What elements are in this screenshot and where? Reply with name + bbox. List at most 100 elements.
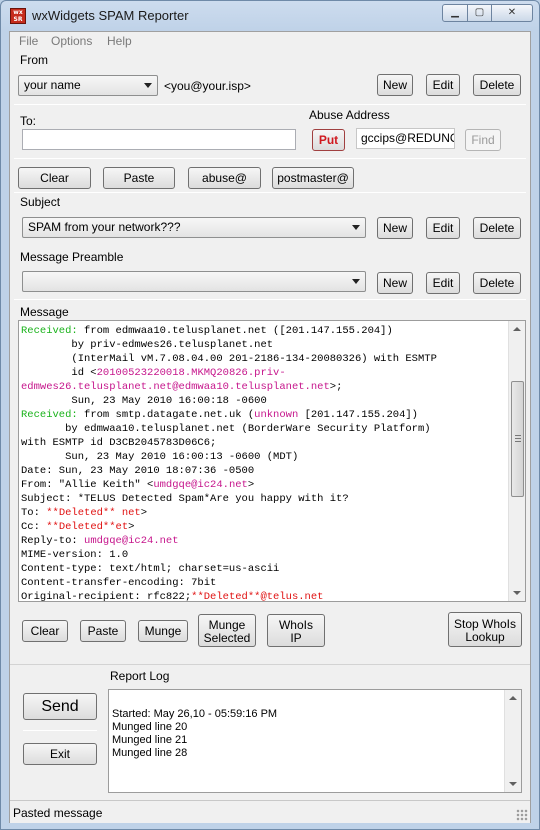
scroll-down-icon[interactable] — [513, 591, 521, 595]
menu-file[interactable]: File — [19, 34, 38, 48]
munge-selected-button[interactable]: Munge Selected — [198, 614, 256, 647]
message-segment: unknown — [254, 409, 299, 421]
exit-button[interactable]: Exit — [23, 743, 97, 765]
from-name-select[interactable]: your name — [18, 75, 158, 96]
minimize-button[interactable]: ▁ — [442, 4, 468, 22]
message-segment: > — [247, 479, 255, 491]
close-button[interactable]: ✕ — [491, 4, 533, 22]
grip-icon — [515, 438, 521, 439]
message-textarea[interactable]: Received: from edmwaa10.telusplanet.net … — [18, 320, 526, 602]
subject-edit-button[interactable]: Edit — [426, 217, 460, 239]
message-segment: (InterMail vM.7.08.04.00 201-2186-134-20… — [21, 353, 437, 365]
whois-ip-line1: WhoIs — [278, 617, 313, 632]
maximize-button[interactable]: ▢ — [467, 4, 492, 22]
preamble-select[interactable] — [22, 271, 366, 292]
message-segment: > — [128, 521, 135, 533]
preamble-edit-button[interactable]: Edit — [426, 272, 460, 294]
munge-selected-line1: Munge — [208, 617, 246, 632]
message-segment: **Deleted**et — [46, 521, 129, 533]
from-new-button[interactable]: New — [377, 74, 413, 96]
window-title: wxWidgets SPAM Reporter — [32, 8, 189, 23]
grip-icon — [515, 441, 521, 442]
scroll-up-icon[interactable] — [509, 696, 517, 700]
title-bar[interactable]: wx SR wxWidgets SPAM Reporter ▁ ▢ ✕ — [1, 1, 539, 31]
message-segment: Cc: — [21, 521, 47, 533]
message-segment: with ESMTP id D3CB2045783D06C6; — [21, 437, 217, 449]
stop-whois-line2: Lookup — [465, 629, 505, 644]
message-segment: Received: — [21, 409, 78, 421]
divider — [14, 158, 526, 159]
message-line: (InterMail vM.7.08.04.00 201-2186-134-20… — [21, 352, 509, 366]
scroll-thumb[interactable] — [511, 381, 524, 497]
abuse-address-field[interactable]: gccips@REDUNO.C — [356, 128, 455, 149]
from-edit-button[interactable]: Edit — [426, 74, 460, 96]
message-scrollbar[interactable] — [508, 321, 525, 601]
report-log[interactable]: Started: May 26,10 - 05:59:16 PM Munged … — [108, 689, 522, 793]
clear-to-button[interactable]: Clear — [18, 167, 91, 189]
message-line: Original-recipient: rfc822;**Deleted**@t… — [21, 590, 509, 601]
scroll-down-icon[interactable] — [509, 782, 517, 786]
stop-whois-line1: Stop WhoIs — [453, 616, 517, 631]
message-line: Sun, 23 May 2010 16:00:13 -0600 (MDT) — [21, 450, 509, 464]
from-email: <you@your.isp> — [164, 79, 251, 93]
message-line: Content-transfer-encoding: 7bit — [21, 576, 509, 590]
preamble-delete-button[interactable]: Delete — [473, 272, 521, 294]
menu-help[interactable]: Help — [107, 34, 132, 48]
subject-select[interactable]: SPAM from your network??? — [22, 217, 366, 238]
subject-delete-button[interactable]: Delete — [473, 217, 521, 239]
message-segment: **Deleted**@telus.net — [191, 591, 324, 601]
message-segment: Received: — [21, 325, 78, 337]
divider — [23, 730, 97, 731]
paste-to-button[interactable]: Paste — [103, 167, 175, 189]
report-log-label: Report Log — [110, 669, 170, 683]
postmaster-at-button[interactable]: postmaster@ — [272, 167, 354, 189]
message-line: Cc: **Deleted**et> — [21, 520, 509, 534]
subject-new-button[interactable]: New — [377, 217, 413, 239]
message-segment: Sun, 23 May 2010 16:00:13 -0600 (MDT) — [21, 451, 299, 463]
divider — [14, 104, 526, 105]
message-label: Message — [20, 305, 69, 319]
menu-bar: File Options Help — [10, 32, 530, 51]
abuse-at-button[interactable]: abuse@ — [188, 167, 261, 189]
find-button[interactable]: Find — [465, 129, 501, 151]
stop-whois-button[interactable]: Stop WhoIs Lookup — [448, 612, 522, 647]
message-line: by priv-edmwes26.telusplanet.net — [21, 338, 509, 352]
message-paste-button[interactable]: Paste — [80, 620, 126, 642]
message-segment: from smtp.datagate.net.uk ( — [77, 409, 255, 421]
chevron-down-icon — [352, 279, 360, 284]
message-line: Date: Sun, 23 May 2010 18:07:36 -0500 — [21, 464, 509, 478]
from-name-value: your name — [24, 78, 81, 92]
scroll-up-icon[interactable] — [513, 327, 521, 331]
message-line: To: **Deleted** net> — [21, 506, 509, 520]
divider — [14, 299, 526, 300]
status-text: Pasted message — [13, 806, 103, 820]
munge-button[interactable]: Munge — [138, 620, 188, 642]
subject-value: SPAM from your network??? — [28, 220, 181, 234]
from-delete-button[interactable]: Delete — [473, 74, 521, 96]
message-segment: 20100523220018.MKMQ20826.priv- — [96, 367, 286, 379]
message-segment: To: — [21, 507, 47, 519]
whois-ip-button[interactable]: WhoIs IP — [267, 614, 325, 647]
message-segment: >; — [329, 381, 343, 393]
message-segment: from edmwaa10.telusplanet.net ([201.147.… — [77, 325, 393, 337]
log-line: Munged line 21 — [112, 734, 188, 746]
to-field[interactable] — [22, 129, 296, 150]
resize-grip-icon[interactable] — [516, 809, 528, 821]
put-button[interactable]: Put — [312, 129, 345, 151]
send-button[interactable]: Send — [23, 693, 97, 720]
preamble-new-button[interactable]: New — [377, 272, 413, 294]
message-segment: Subject: *TELUS Detected Spam*Are you ha… — [21, 493, 349, 505]
app-window: wx SR wxWidgets SPAM Reporter ▁ ▢ ✕ File … — [0, 0, 540, 830]
message-segment: umdgqe@ic24.net — [84, 535, 179, 547]
message-line: Content-type: text/html; charset=us-asci… — [21, 562, 509, 576]
message-segment: Sun, 23 May 2010 16:00:18 -0600 — [21, 395, 267, 407]
report-log-scrollbar[interactable] — [504, 690, 521, 792]
abuse-address-label: Abuse Address — [309, 108, 390, 122]
message-line: by edmwaa10.telusplanet.net (BorderWare … — [21, 422, 509, 436]
message-line: Received: from edmwaa10.telusplanet.net … — [21, 324, 509, 338]
message-text[interactable]: Received: from edmwaa10.telusplanet.net … — [19, 321, 509, 601]
menu-options[interactable]: Options — [51, 34, 92, 48]
subject-label: Subject — [20, 195, 61, 209]
message-clear-button[interactable]: Clear — [22, 620, 68, 642]
message-segment: id < — [21, 367, 97, 379]
